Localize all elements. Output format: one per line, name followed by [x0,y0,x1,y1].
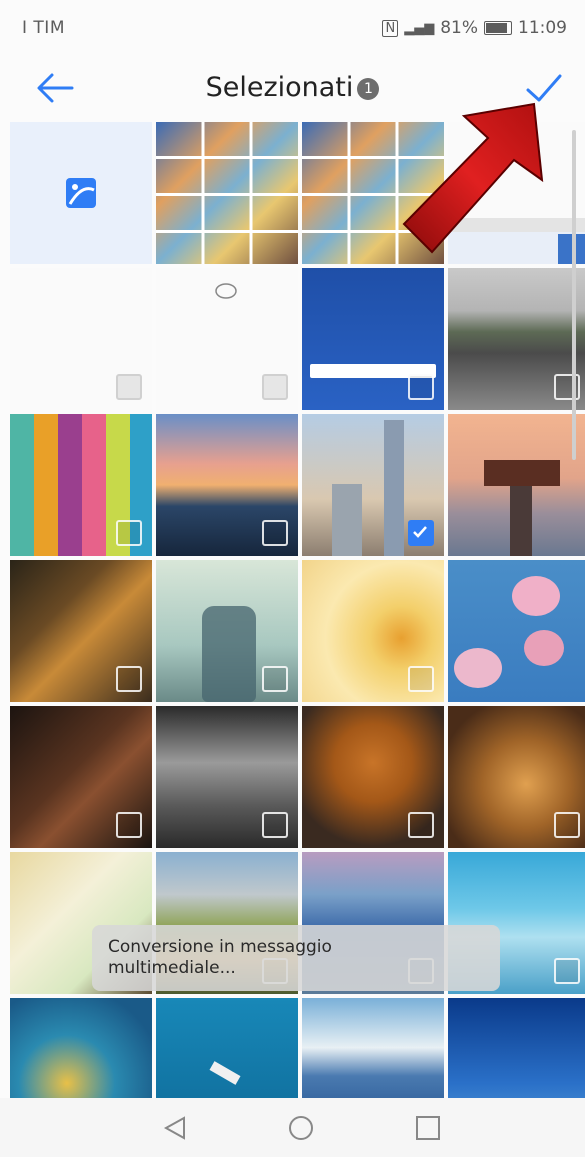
page-title: Selezionati [205,72,354,103]
select-checkbox[interactable] [262,812,288,838]
google-search-screenshot[interactable] [302,268,444,410]
boathouse-shape [484,460,560,486]
battery-percent: 81% [440,18,478,38]
sunset-mountains-photo[interactable] [156,414,298,556]
status-bar: I TIM N ▂▄▆ 81% 11:09 [0,0,585,50]
flower-shape-3 [524,630,564,666]
select-checkbox[interactable] [116,812,142,838]
boat-sea-photo[interactable] [156,998,298,1098]
blank-photo-1[interactable] [10,268,152,410]
select-checkbox[interactable] [408,374,434,400]
violin-photo[interactable] [10,706,152,848]
yellow-flower-photo[interactable] [302,560,444,702]
glass-vase-photo[interactable] [156,560,298,702]
boathouse-photo[interactable] [448,414,585,556]
clock: 11:09 [518,18,567,38]
select-checkbox[interactable] [262,520,288,546]
select-checkbox[interactable] [116,666,142,692]
square-recents-icon [416,1116,440,1140]
chat-bubble-icon [215,283,237,299]
image-gallery-icon [66,178,96,208]
blank-photo-2[interactable] [156,268,298,410]
select-checkbox[interactable] [408,812,434,838]
app-header: Selezionati 1 [0,50,585,122]
macarons-photo[interactable] [10,414,152,556]
select-checkbox[interactable] [262,374,288,400]
select-checkbox[interactable] [262,666,288,692]
select-checkbox[interactable] [116,374,142,400]
scrollbar[interactable] [572,130,576,460]
tower-shape [384,420,404,556]
silver-teapots-photo[interactable] [156,706,298,848]
status-icons: N ▂▄▆ 81% 11:09 [382,18,567,38]
battery-icon [484,21,512,35]
night-sky-photo[interactable] [448,998,585,1098]
system-nav-bar [0,1098,585,1157]
flower-shape-1 [512,576,560,616]
nav-home-button[interactable] [283,1112,319,1144]
confirm-button[interactable] [520,68,568,108]
wave-photo[interactable] [10,998,152,1098]
screenshot-grid-1[interactable] [156,122,298,264]
pier-shape [510,486,532,556]
glacier-photo[interactable] [302,998,444,1098]
skyscrapers-photo[interactable] [302,414,444,556]
vase-shape [202,606,256,702]
boat-shape [209,1061,241,1085]
check-icon [413,526,427,538]
nav-recents-button[interactable] [410,1112,446,1144]
gallery-picker-screen: I TIM N ▂▄▆ 81% 11:09 Selezionati 1 Conv… [0,0,585,1157]
toast-line-2: multimediale... [108,958,236,978]
triangle-back-icon [163,1116,185,1140]
signal-icon: ▂▄▆ [404,20,435,36]
building-shape [332,484,362,556]
select-checkbox[interactable] [116,520,142,546]
checkmark-icon [526,74,562,102]
browser-bar [448,218,585,232]
tea-cup-photo[interactable] [448,706,585,848]
street-night-photo[interactable] [10,560,152,702]
select-checkbox[interactable] [554,374,580,400]
flower-shape-2 [454,648,502,688]
screenshot-grid-2[interactable] [302,122,444,264]
carrier-label: I TIM [22,18,65,38]
title-area: Selezionati 1 [0,72,585,104]
magnolia-photo[interactable] [448,560,585,702]
screenshot-browser[interactable] [448,122,585,264]
croissant-photo[interactable] [302,706,444,848]
toast-line-1: Conversione in messaggio [108,937,332,957]
select-checkbox[interactable] [554,958,580,984]
select-checkbox[interactable] [554,812,580,838]
gallery-tile[interactable] [10,122,152,264]
nav-back-button[interactable] [158,1112,194,1144]
parking-lot-photo[interactable] [448,268,585,410]
circle-home-icon [289,1116,313,1140]
nfc-icon: N [382,19,399,37]
selected-count-badge: 1 [357,78,380,100]
select-checkbox[interactable] [408,520,434,546]
select-checkbox[interactable] [408,666,434,692]
toast-message: Conversione in messaggio multimediale... [92,925,500,991]
